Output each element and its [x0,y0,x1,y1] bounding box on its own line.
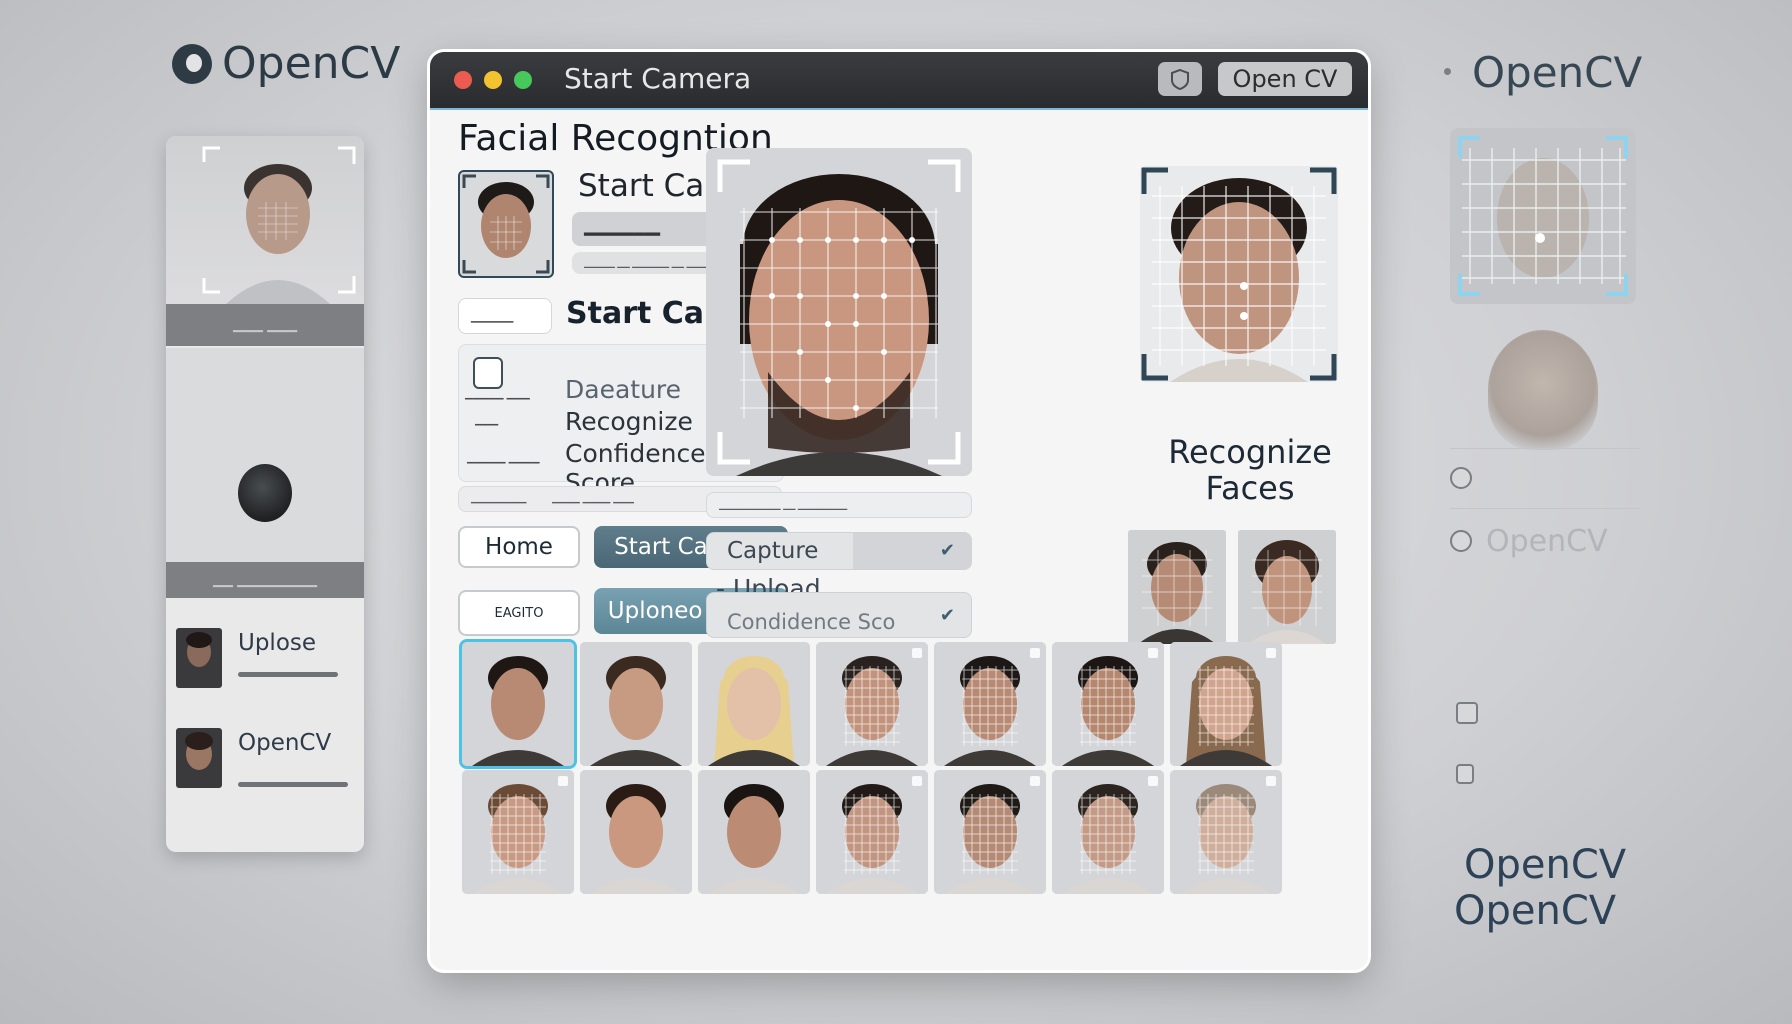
gallery-face-thumbnail[interactable] [816,642,928,766]
gallery-face-thumbnail[interactable] [698,770,810,894]
lock-icon [1456,764,1474,784]
home-button[interactable]: Home [458,526,580,568]
recognized-face-preview[interactable] [1140,166,1338,382]
right-list-item[interactable] [1450,448,1640,507]
chevron-down-icon: ✔ [939,540,955,561]
upload-thumbnail [176,628,222,688]
faded-face-preview [1488,330,1598,450]
gallery-face-thumbnail[interactable] [934,642,1046,766]
camera-lens-icon [238,464,292,522]
minimize-window-button[interactable] [484,71,502,89]
right-grid-preview [1450,128,1636,304]
match-thumbnail[interactable] [1128,530,1226,644]
select-checkbox[interactable] [912,648,922,658]
shield-icon [1450,467,1472,489]
gallery-face-thumbnail[interactable] [580,642,692,766]
opencv-brand-right: OpenCV [1472,48,1643,97]
small-action-button[interactable]: EAGITO [458,590,580,636]
left-sidebar-panel: ▁▁▁ ▁▁▁ ▁▁ ▁▁▁▁▁▁▁▁ Uplose OpenCV [166,136,364,852]
opencv-brand-bottom: OpenCV OpenCV [1454,842,1626,934]
gallery-face-thumbnail[interactable] [1052,642,1164,766]
small-label: ▁▁▁ [475,415,499,426]
gallery-face-thumbnail[interactable] [698,642,810,766]
small-label: ▁▁▁▁▁ ▁▁▁▁ [467,453,540,464]
sidebar-face-preview [166,136,364,304]
gallery-face-thumbnail[interactable] [934,770,1046,894]
select-checkbox[interactable] [1266,648,1276,658]
chevron-down-icon: ✔ [939,605,955,626]
gallery-face-thumbnail[interactable] [462,770,574,894]
recognize-faces-label: Recognize Faces [1168,433,1332,507]
window-title: Start Camera [564,62,752,95]
progress-bar [238,782,348,787]
confidence-option: Condidence Sco [727,610,896,634]
camera-preview[interactable] [706,148,972,476]
opencv-badge[interactable]: Open CV [1218,62,1352,96]
main-window: Start Camera Open CV Facial Recogntion S… [430,52,1368,970]
opencv-logo-icon [172,43,212,84]
select-checkbox[interactable] [1148,776,1158,786]
select-checkbox[interactable] [1148,648,1158,658]
small-label: ▁▁▁▁▁ ▁▁▁ [465,389,530,400]
gallery-face-thumbnail[interactable] [1052,770,1164,894]
face-thumbnail[interactable] [460,172,552,276]
select-checkbox[interactable] [1030,776,1040,786]
list-item-daeature[interactable]: Daeature [565,375,681,404]
capture-select[interactable]: Capture ✔ [706,532,972,570]
maximize-window-button[interactable] [514,71,532,89]
select-checkbox[interactable] [558,776,568,786]
sidebar-item-label: OpenCV [238,730,332,756]
sidebar-footer-bar: ▁▁ ▁▁▁▁▁▁▁▁ [166,562,364,598]
right-list-label: OpenCV [1486,523,1608,559]
gallery-face-thumbnail[interactable] [816,770,928,894]
confidence-select[interactable]: Condidence Sco ✔ [706,592,972,638]
sidebar-item-label: Uplose [238,630,317,656]
progress-bar [238,672,338,677]
square-icon [1456,702,1478,724]
select-checkbox[interactable] [1266,776,1276,786]
shield-button[interactable] [1158,62,1202,96]
sidebar-header-bar: ▁▁▁ ▁▁▁ [166,304,364,346]
gallery-face-thumbnail[interactable] [1170,642,1282,766]
record-icon [1450,530,1472,552]
opencv-brand-left: OpenCV [172,38,400,89]
right-list-item[interactable]: OpenCV [1450,508,1640,573]
bullet-icon [1444,68,1451,75]
sidebar-item-upload[interactable]: Uplose [176,622,354,712]
list-item-recognize[interactable]: Recognize [565,407,693,436]
gallery-face-thumbnail[interactable] [580,770,692,894]
brand-line-2: OpenCV [1454,888,1617,934]
capture-option: Capture [727,538,819,564]
opencv-thumbnail [176,728,222,788]
window-titlebar: Start Camera Open CV [430,52,1368,110]
brand-line-1: OpenCV [1464,842,1627,888]
gallery-face-thumbnail[interactable] [1170,770,1282,894]
close-window-button[interactable] [454,71,472,89]
sidebar-item-opencv[interactable]: OpenCV [176,722,354,812]
select-checkbox[interactable] [912,776,922,786]
brand-label: OpenCV [222,38,401,89]
shield-icon [473,357,503,389]
options-header: ▁▁▁▁▁▁▁▁▁▁ ▁▁ ▁▁▁▁▁▁▁▁ [706,492,972,518]
match-thumbnail[interactable] [1238,530,1336,644]
shield-icon [1171,68,1189,91]
select-checkbox[interactable] [1030,648,1040,658]
sidebar-camera-area [166,348,364,562]
gallery-face-thumbnail[interactable] [462,642,574,766]
mode-chip[interactable]: ▁▁▁▁▁ [458,298,552,334]
